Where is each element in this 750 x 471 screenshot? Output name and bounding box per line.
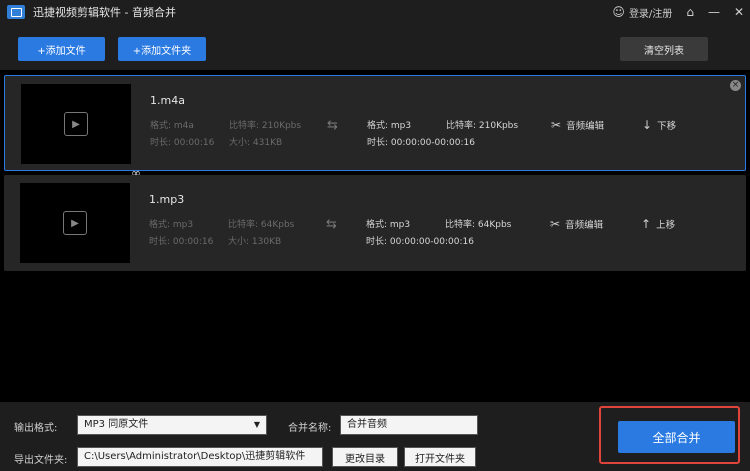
source-size: 大小: 130KB: [228, 237, 282, 247]
close-icon[interactable]: ✕: [734, 6, 744, 18]
audio-edit-button[interactable]: ✂ 音频编辑: [551, 118, 604, 132]
source-duration: 时长: 00:00:16: [150, 138, 215, 148]
title-bar: 迅捷视频剪辑软件 - 音频合并 ☺ 登录/注册 ⌂ — ✕: [0, 0, 750, 24]
clear-list-button[interactable]: 清空列表: [620, 37, 708, 61]
arrow-down-icon: ↓: [642, 118, 653, 132]
file-name: 1.mp3: [149, 193, 185, 206]
thumbnail: ▶: [20, 183, 130, 263]
source-duration: 时长: 00:00:16: [149, 237, 214, 247]
output-format: 格式: mp3: [367, 121, 412, 131]
play-icon[interactable]: ▶: [63, 211, 87, 235]
window-title: 迅捷视频剪辑软件 - 音频合并: [33, 6, 176, 19]
merge-name-input[interactable]: 合并音频: [340, 415, 478, 435]
home-icon[interactable]: ⌂: [686, 6, 694, 18]
swap-icon: ⇆: [327, 118, 338, 133]
output-duration: 时长: 00:00:00-00:00:16: [367, 138, 475, 148]
output-duration: 时长: 00:00:00-00:00:16: [366, 237, 474, 247]
merge-highlight: 全部合并: [599, 406, 740, 464]
file-name: 1.m4a: [150, 94, 185, 107]
add-file-button[interactable]: +添加文件: [18, 37, 105, 61]
output-settings: 输出格式: MP3 同原文件 ▼ 合并名称: 合并音频 导出文件夹: C:\Us…: [0, 402, 750, 471]
toolbar: +添加文件 +添加文件夹 清空列表: [0, 24, 750, 70]
output-format-label: 输出格式:: [14, 423, 58, 434]
swap-icon: ⇆: [326, 217, 337, 232]
merge-name-label: 合并名称:: [288, 423, 332, 434]
thumbnail: ▶: [21, 84, 131, 164]
list-item[interactable]: ▶ 1.mp3 格式: mp3 比特率: 64Kpbs 时长: 00:00:16…: [4, 175, 746, 271]
open-folder-button[interactable]: 打开文件夹: [404, 447, 476, 467]
move-up-button[interactable]: ↑ 上移: [641, 217, 675, 231]
app-logo-icon: [7, 5, 25, 19]
source-size: 大小: 431KB: [229, 138, 283, 148]
change-directory-button[interactable]: 更改目录: [332, 447, 398, 467]
arrow-up-icon: ↑: [641, 217, 652, 231]
source-bitrate: 比特率: 64Kpbs: [228, 220, 295, 230]
export-folder-input[interactable]: C:\Users\Administrator\Desktop\迅捷剪辑软件: [77, 447, 323, 467]
audio-edit-button[interactable]: ✂ 音频编辑: [550, 217, 603, 231]
move-down-button[interactable]: ↓ 下移: [642, 118, 676, 132]
merge-all-button[interactable]: 全部合并: [618, 421, 735, 453]
output-bitrate: 比特率: 64Kpbs: [445, 220, 512, 230]
export-folder-label: 导出文件夹:: [14, 455, 68, 466]
add-folder-button[interactable]: +添加文件夹: [118, 37, 206, 61]
source-format: 格式: mp3: [149, 220, 194, 230]
minimize-icon[interactable]: —: [708, 6, 720, 18]
scissors-icon: ✂: [550, 217, 561, 231]
remove-item-icon[interactable]: ×: [730, 80, 741, 91]
chevron-down-icon: ▼: [253, 420, 260, 429]
login-button[interactable]: ☺ 登录/注册: [612, 5, 672, 20]
output-format: 格式: mp3: [366, 220, 411, 230]
source-format: 格式: m4a: [150, 121, 194, 131]
source-bitrate: 比特率: 210Kpbs: [229, 121, 302, 131]
play-icon[interactable]: ▶: [64, 112, 88, 136]
list-item[interactable]: ▶ 1.m4a 格式: m4a 比特率: 210Kpbs 时长: 00:00:1…: [4, 75, 746, 171]
scissors-icon: ✂: [551, 118, 562, 132]
file-list: ▶ 1.m4a 格式: m4a 比特率: 210Kpbs 时长: 00:00:1…: [0, 70, 750, 402]
user-icon: ☺: [612, 5, 625, 19]
output-format-select[interactable]: MP3 同原文件 ▼: [77, 415, 267, 435]
output-bitrate: 比特率: 210Kpbs: [446, 121, 519, 131]
